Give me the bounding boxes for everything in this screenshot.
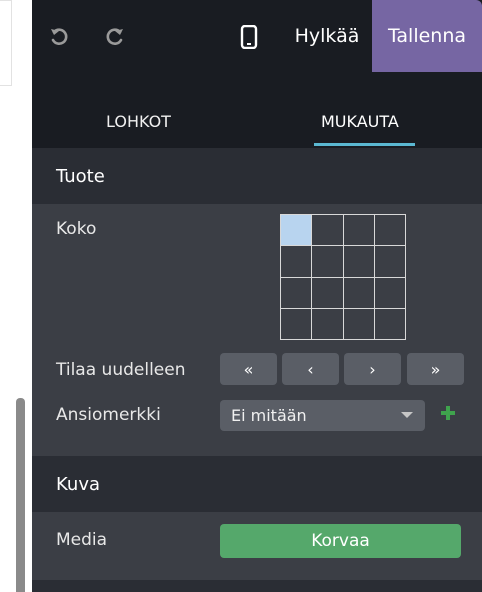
size-grid-cell[interactable] <box>312 277 344 309</box>
replace-media-button[interactable]: Korvaa <box>220 524 461 558</box>
size-label: Koko <box>56 219 97 239</box>
size-grid-cell[interactable] <box>281 308 313 340</box>
add-badge-button[interactable] <box>440 399 458 427</box>
size-grid-picker[interactable] <box>280 214 406 340</box>
move-back-button[interactable]: ‹ <box>282 353 339 385</box>
page-scrollbar[interactable] <box>16 398 25 592</box>
move-forward-button[interactable]: › <box>344 353 401 385</box>
product-section-body: Koko Tilaa uudelleen « ‹ › » Ansiomerkki <box>32 204 482 456</box>
media-label: Media <box>56 530 108 550</box>
active-tab-indicator <box>314 143 415 146</box>
undo-icon <box>51 28 68 45</box>
size-grid-cell[interactable] <box>312 308 344 340</box>
size-grid-cell[interactable] <box>281 215 313 247</box>
reorder-label: Tilaa uudelleen <box>56 360 186 380</box>
chevron-down-icon <box>401 412 413 418</box>
image-section-body: Media Korvaa <box>32 512 482 580</box>
mobile-phone-icon <box>240 25 258 49</box>
image-section-header[interactable]: Kuva <box>32 456 482 512</box>
move-to-first-button[interactable]: « <box>220 353 277 385</box>
size-grid-cell[interactable] <box>281 246 313 278</box>
plus-icon <box>441 406 455 420</box>
image-section-title: Kuva <box>56 473 100 495</box>
size-grid-cell[interactable] <box>343 215 375 247</box>
tab-blocks[interactable]: LOHKOT <box>106 112 171 131</box>
redo-icon <box>106 28 123 45</box>
product-section-header[interactable]: Tuote <box>32 148 482 204</box>
badge-label: Ansiomerkki <box>56 405 161 425</box>
tab-customize[interactable]: MUKAUTA <box>321 112 399 131</box>
size-grid-cell[interactable] <box>374 246 406 278</box>
size-grid-cell[interactable] <box>374 215 406 247</box>
discard-button[interactable]: Hylkää <box>284 0 370 72</box>
editor-toolbar: Hylkää Tallenna <box>32 0 482 73</box>
size-grid-cell[interactable] <box>374 277 406 309</box>
website-page-edge <box>0 0 32 592</box>
product-section-title: Tuote <box>56 165 105 187</box>
badge-select-value: Ei mitään <box>231 406 307 425</box>
size-grid-cell[interactable] <box>312 246 344 278</box>
size-grid-cell[interactable] <box>343 308 375 340</box>
size-grid-cell[interactable] <box>343 246 375 278</box>
size-grid-cell[interactable] <box>281 277 313 309</box>
badge-select[interactable]: Ei mitään <box>220 400 425 431</box>
page-content-fragment <box>0 0 12 86</box>
redo-button[interactable] <box>100 22 130 52</box>
next-section-header <box>32 580 482 592</box>
size-grid-cell[interactable] <box>312 215 344 247</box>
save-button[interactable]: Tallenna <box>372 0 482 72</box>
size-grid-cell[interactable] <box>374 308 406 340</box>
move-to-last-button[interactable]: » <box>407 353 464 385</box>
panel-tabs: LOHKOT MUKAUTA <box>32 72 482 148</box>
editor-sidebar: Hylkää Tallenna LOHKOT MUKAUTA Tuote Kok… <box>32 0 482 592</box>
undo-button[interactable] <box>44 22 74 52</box>
mobile-preview-button[interactable] <box>234 22 264 52</box>
size-grid-cell[interactable] <box>343 277 375 309</box>
